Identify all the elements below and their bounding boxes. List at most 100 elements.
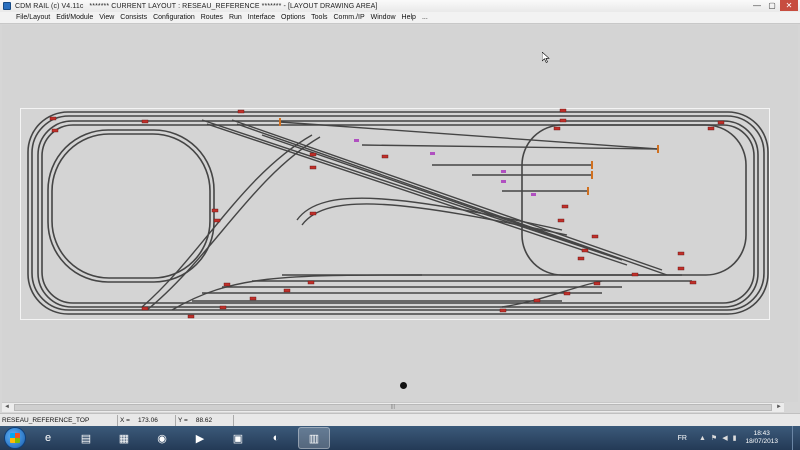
taskbar-network-app[interactable]: ▣ (222, 427, 254, 449)
clock[interactable]: 18:43 18/07/2013 (745, 430, 778, 446)
scroll-left-button[interactable]: ◄ (2, 403, 12, 412)
x-value: 173.06 (137, 416, 158, 424)
signal-icon[interactable] (717, 120, 725, 125)
track-layout[interactable] (2, 25, 798, 402)
signal-icon[interactable] (561, 204, 569, 209)
status-x-coordinate: X = 173.06 (118, 414, 176, 426)
signal-icon[interactable] (223, 282, 231, 287)
signal-icon[interactable] (677, 251, 685, 256)
app-logo-icon (3, 2, 11, 10)
signal-icon[interactable] (283, 288, 291, 293)
signal-icon[interactable] (631, 272, 639, 277)
signal-icon[interactable] (51, 128, 59, 133)
taskbar-internet-explorer[interactable]: e (32, 427, 64, 449)
menu-file-layout[interactable]: File/Layout (13, 12, 53, 24)
signal-icon[interactable] (581, 248, 589, 253)
main-loop-tracks (27, 111, 769, 315)
signal-icon[interactable] (49, 116, 57, 121)
status-y-coordinate: Y = 88.62 (176, 414, 234, 426)
signal-icon[interactable] (237, 109, 245, 114)
media-player-icon: ▶ (195, 432, 205, 445)
layout-name-text: RESEAU_REFERENCE_TOP (2, 416, 90, 424)
taskbar-green-app[interactable]: ◐ (260, 427, 292, 449)
signal-icon[interactable] (559, 108, 567, 113)
maximize-button[interactable]: ▢ (765, 0, 779, 11)
menu-routes[interactable]: Routes (198, 12, 226, 24)
menu-run[interactable]: Run (226, 12, 245, 24)
signal-icon[interactable] (591, 234, 599, 239)
signal-icon[interactable] (593, 281, 601, 286)
network-app-icon: ▣ (232, 432, 244, 445)
signal-icon[interactable] (381, 154, 389, 159)
signal-icon[interactable] (563, 291, 571, 296)
signal-icon[interactable] (211, 208, 219, 213)
menu-edit-module[interactable]: Edit/Module (53, 12, 96, 24)
marker-icon[interactable] (430, 152, 435, 155)
taskbar-cdm-rail[interactable]: ▥ (298, 427, 330, 449)
signal-icon[interactable] (557, 218, 565, 223)
marker-icon[interactable] (354, 139, 359, 142)
taskbar-media-player[interactable]: ▶ (184, 427, 216, 449)
taskbar-file-explorer[interactable]: ▤ (70, 427, 102, 449)
signal-icon[interactable] (213, 218, 221, 223)
menu-window[interactable]: Window (368, 12, 399, 24)
signal-icon[interactable] (187, 314, 195, 319)
x-label: X = (120, 416, 130, 424)
menu-help[interactable]: Help (399, 12, 419, 24)
horizontal-scrollbar[interactable]: ◄ ||| ► (2, 402, 784, 412)
tray-expand-icon[interactable]: ▲ (699, 435, 706, 442)
diagonal-track (201, 119, 623, 261)
file-explorer-icon: ▤ (80, 432, 92, 445)
menu-more[interactable]: ... (419, 12, 431, 24)
signal-icon[interactable] (559, 118, 567, 123)
inner-loop-track (51, 133, 211, 279)
signal-icon[interactable] (219, 305, 227, 310)
signal-icon[interactable] (309, 165, 317, 170)
marker-icon[interactable] (501, 170, 506, 173)
signal-icon[interactable] (309, 211, 317, 216)
network-icon[interactable]: ▮ (733, 434, 737, 442)
signal-icon[interactable] (249, 296, 257, 301)
show-desktop-button[interactable] (792, 426, 800, 450)
marker-icon[interactable] (531, 193, 536, 196)
signal-icon[interactable] (707, 126, 715, 131)
signal-icon[interactable] (677, 266, 685, 271)
menu-view[interactable]: View (96, 12, 117, 24)
signal-icon[interactable] (141, 119, 149, 124)
menu-interface[interactable]: Interface (245, 12, 278, 24)
outer-loop-track (27, 111, 769, 315)
marker-icon[interactable] (501, 180, 506, 183)
flag-icon[interactable]: ⚑ (711, 434, 717, 442)
signal-icon[interactable] (553, 126, 561, 131)
menu-configuration[interactable]: Configuration (150, 12, 198, 24)
status-bar: RESEAU_REFERENCE_TOP X = 173.06 Y = 88.6… (0, 413, 800, 426)
signal-icon[interactable] (307, 280, 315, 285)
minimize-button[interactable]: — (750, 0, 764, 11)
taskbar-app[interactable]: ▦ (108, 427, 140, 449)
y-value: 88.62 (195, 416, 213, 424)
signal-icon[interactable] (309, 152, 317, 157)
layout-drawing-area[interactable] (2, 25, 798, 402)
green-app-icon: ◐ (272, 432, 280, 444)
cursor-dot (400, 382, 407, 389)
system-tray: FR ▲ ⚑ ◀ ▮ 18:43 18/07/2013 (678, 426, 800, 450)
scroll-right-button[interactable]: ► (774, 403, 784, 412)
signal-icon[interactable] (141, 306, 149, 311)
volume-icon[interactable]: ◀ (722, 434, 727, 442)
window-title: ******* CURRENT LAYOUT : RESEAU_REFERENC… (89, 2, 378, 10)
menu-options[interactable]: Options (278, 12, 308, 24)
language-indicator[interactable]: FR (678, 435, 687, 442)
start-button[interactable] (4, 427, 26, 449)
menu-comm-ip[interactable]: Comm./IP (331, 12, 368, 24)
crossover-track (146, 136, 321, 311)
title-bar[interactable]: CDM RAIL (c) V4.11c ******* CURRENT LAYO… (0, 0, 800, 12)
signal-icon[interactable] (499, 308, 507, 313)
menu-consists[interactable]: Consists (117, 12, 150, 24)
close-button[interactable]: ✕ (780, 0, 798, 11)
windows-taskbar: e ▤ ▦ ◉ ▶ ▣ ◐ ▥ FR ▲ ⚑ ◀ ▮ 18:43 18/07/2… (0, 426, 800, 450)
menu-tools[interactable]: Tools (308, 12, 330, 24)
signal-icon[interactable] (577, 256, 585, 261)
taskbar-chrome[interactable]: ◉ (146, 427, 178, 449)
signal-icon[interactable] (689, 280, 697, 285)
signal-icon[interactable] (533, 298, 541, 303)
